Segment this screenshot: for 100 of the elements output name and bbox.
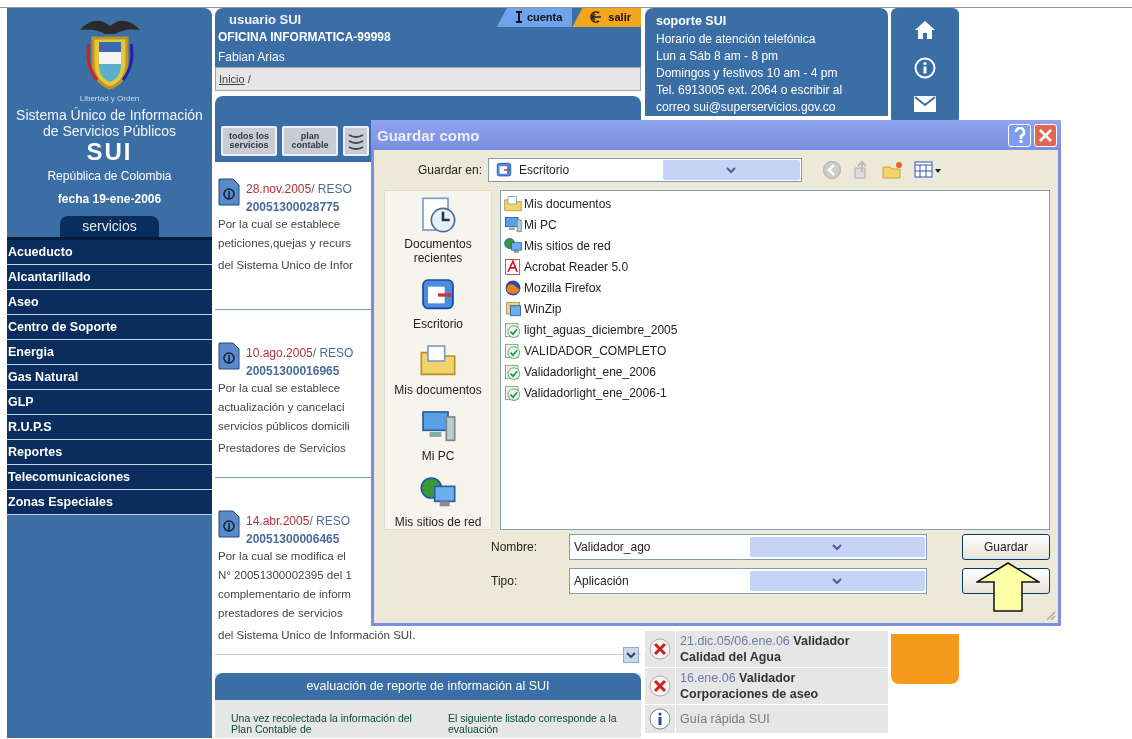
breadcrumb-link[interactable]: Inicio (219, 73, 245, 85)
document-download-icon[interactable] (218, 342, 240, 370)
support-text: Tel. 6913005 ext. 2064 o escribir al (656, 82, 844, 99)
field-label: Tipo: (491, 574, 519, 588)
user-name: Fabian Arias (217, 49, 286, 66)
resolution-text: N° 20051300002395 del 1 (218, 568, 352, 583)
places-item[interactable]: Mis sitios de red (394, 473, 482, 529)
info-icon[interactable] (914, 57, 936, 79)
info-icon (649, 708, 671, 730)
resolution-number[interactable]: 20051300016965 (246, 364, 354, 378)
resolution-text: peticiones,quejas y recurs (218, 236, 351, 251)
panel-title: evaluación de reporte de información al SUI (215, 673, 641, 700)
file-name-field[interactable]: Validador_ago (569, 534, 927, 560)
document-download-icon[interactable] (218, 510, 240, 538)
view-menu-icon[interactable] (914, 160, 943, 180)
sidebar-item[interactable]: R.U.P.S (7, 415, 212, 440)
panel-text: El siguiente listado corresponde a la evaluación (447, 713, 618, 735)
document-download-icon[interactable] (218, 178, 240, 206)
places-item[interactable]: Mis documentos (394, 341, 482, 397)
acronym-logo: SUI (86, 139, 133, 165)
sidebar-item[interactable]: Alcantarillado (7, 265, 212, 290)
services-tab[interactable]: servicios (60, 216, 159, 237)
file-item[interactable]: Mi PC (503, 214, 1049, 235)
resolution-date[interactable]: 10.ago.2005/ RESO (246, 346, 354, 360)
office-name: OFICINA INFORMATICA-99998 (217, 29, 392, 46)
pdf-app-icon (503, 256, 523, 277)
filter-button[interactable] (343, 126, 369, 156)
filter-button[interactable]: todos los servicios (221, 126, 277, 156)
resolution-text: complementario de inform (218, 587, 351, 602)
file-item[interactable]: light_aguas_diciembre_2005 (503, 319, 1049, 340)
wavy-lines-icon (348, 131, 364, 151)
save-button[interactable]: Guardar (962, 534, 1050, 560)
folder-icon (503, 193, 523, 214)
panel-title: usuario SUI (228, 11, 303, 27)
new-folder-icon[interactable] (882, 160, 905, 180)
chevron-down-icon (832, 577, 843, 585)
header-tab[interactable]: cuenta (496, 8, 573, 27)
resolution-text: del Sistema Unico de Infor (218, 258, 353, 273)
filter-button[interactable]: plan contable (282, 126, 338, 156)
file-item[interactable]: Mis sitios de red (503, 235, 1049, 256)
sidebar-item[interactable]: Aseo (7, 290, 212, 315)
country-text: República de Colombia (47, 169, 172, 183)
resolution-text: prestadores de servicios (218, 606, 343, 621)
sidebar-item[interactable]: Centro de Soporte (7, 315, 212, 340)
resolution-text: Por la cual se establece (218, 217, 341, 232)
dialog-title: Guardar como (377, 126, 481, 144)
resolution-date[interactable]: 14.abr.2005/ RESO (246, 514, 351, 528)
close-icon (1039, 128, 1052, 142)
globe-computer-icon (503, 235, 523, 256)
help-button[interactable] (1008, 123, 1031, 147)
chevron-down-icon (726, 166, 737, 174)
file-item[interactable]: WinZip (503, 298, 1049, 319)
resolution-text: servicios públicos domicili (218, 419, 350, 434)
resolution-text: actualización y cancelaci (218, 400, 345, 415)
resolution-number[interactable]: 20051300028775 (246, 200, 352, 214)
home-icon[interactable] (914, 20, 936, 41)
file-item[interactable]: VALIDADOR_COMPLETO (503, 340, 1049, 361)
close-button[interactable] (1034, 123, 1057, 147)
support-text: Domingos y festivos 10 am - 4 pm (656, 65, 839, 82)
chevron-down-icon (832, 543, 843, 551)
file-item[interactable]: Validadorlight_ene_2006 (503, 361, 1049, 382)
sidebar-item[interactable]: GLP (7, 390, 212, 415)
scroll-down-icon[interactable] (623, 647, 639, 663)
resolution-text: Por la cual se establece (218, 381, 341, 396)
support-text: Horario de atención telefónica (656, 31, 817, 48)
places-item[interactable]: Documentos recientes (385, 195, 491, 265)
panel-title: soporte SUI (656, 14, 728, 28)
motto-text: Libertad y Orden (79, 94, 140, 103)
sidebar-item[interactable]: Telecomunicaciones (7, 465, 212, 490)
resolution-text: del Sistema Unico de Información SUI. (218, 628, 416, 643)
location-dropdown[interactable]: Escritorio (488, 158, 803, 182)
panel-text: Una vez recolectada la información del Plan Contable de (230, 713, 413, 735)
file-item[interactable]: Mis documentos (503, 193, 1049, 214)
file-item[interactable]: Mozilla Firefox (503, 277, 1049, 298)
support-text: Lun a Sáb 8 am - 8 pm (656, 48, 780, 65)
resize-grip-icon[interactable] (1044, 609, 1056, 621)
mail-icon[interactable] (914, 95, 936, 112)
file-item[interactable]: Acrobat Reader 5.0 (503, 256, 1049, 277)
places-item[interactable]: Mi PC (418, 407, 458, 463)
field-label: Guardar en: (418, 163, 483, 177)
file-item[interactable]: Validadorlight_ene_2006-1 (503, 382, 1049, 403)
computer-icon (503, 214, 523, 235)
places-item[interactable]: Escritorio (413, 275, 463, 331)
resolution-number[interactable]: 20051300006465 (246, 532, 351, 546)
field-label: Nombre: (491, 540, 538, 554)
pointer-arrow (976, 562, 1040, 612)
sidebar-item[interactable]: Gas Natural (7, 365, 212, 390)
header-tab[interactable]: salir (572, 8, 641, 27)
sidebar-item[interactable]: Acueducto (7, 240, 212, 265)
file-type-dropdown[interactable]: Aplicación (569, 568, 927, 594)
desktop-icon (495, 161, 514, 179)
tools-icon (649, 638, 671, 660)
resolution-text: Prestadores de Servicios (218, 441, 346, 456)
sidebar-item[interactable]: Energia (7, 340, 212, 365)
system-name: Sistema Único de Información de Servicios Públicos (15, 107, 204, 139)
sidebar-item[interactable]: Zonas Especiales (7, 490, 212, 515)
resolution-date[interactable]: 28.nov.2005/ RESO (246, 182, 352, 196)
date-text: fecha 19-ene-2006 (57, 192, 162, 206)
sidebar-item[interactable]: Reportes (7, 440, 212, 465)
question-mark-icon (1013, 127, 1026, 143)
